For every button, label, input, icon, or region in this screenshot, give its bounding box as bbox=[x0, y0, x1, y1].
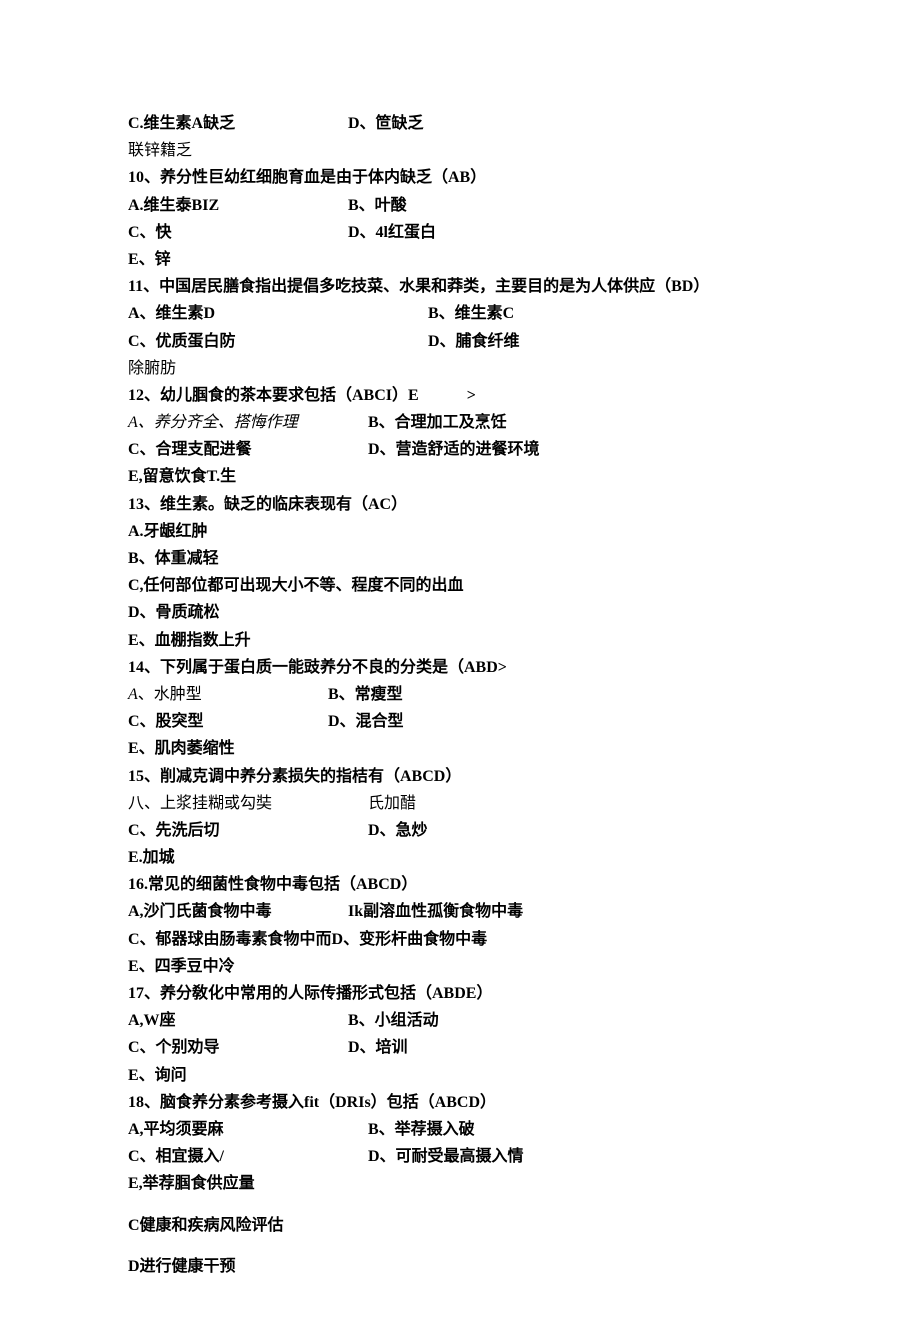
q14-option-d: D、混合型 bbox=[328, 708, 404, 735]
q15-option-e: E.加城 bbox=[128, 844, 792, 871]
q11-option-c: C、优质蛋白防 bbox=[128, 328, 428, 355]
q18-options-cd: C、相宜摄入/ D、可耐受最高摄入情 bbox=[128, 1143, 792, 1170]
q12-options-ab: A、养分齐全、搭悔作理 B、合理加工及烹饪 bbox=[128, 409, 792, 436]
q17-options-ab: A,W座 B、小组活动 bbox=[128, 1007, 792, 1034]
q11-options-ab: A、维生素D B、维生素C bbox=[128, 300, 792, 327]
q13-option-a: A.牙龈红肿 bbox=[128, 518, 792, 545]
q15-stem: 15、削减克调中养分素损失的指桔有（ABCD） bbox=[128, 763, 792, 790]
q11-option-d: D、脯食纤维 bbox=[428, 328, 520, 355]
q12-stem-pre: 12、幼儿腘食的茶本要求包括（ABCI）E bbox=[128, 387, 419, 404]
q14-option-a: AA、水肿型、水肿型 bbox=[128, 681, 328, 708]
q11-options-cd: C、优质蛋白防 D、脯食纤维 bbox=[128, 328, 792, 355]
q10-option-a: A.维生泰BIZ bbox=[128, 192, 348, 219]
q14-options-ab: AA、水肿型、水肿型 B、常瘦型 bbox=[128, 681, 792, 708]
q18-option-c: C、相宜摄入/ bbox=[128, 1143, 368, 1170]
q12-option-e: E,留意饮食T.生 bbox=[128, 463, 792, 490]
tail-line-c: C健康和疾病风险评估 bbox=[128, 1212, 792, 1239]
q11-option-b: B、维生素C bbox=[428, 300, 514, 327]
q18-stem: 18、脑食养分素参考摄入fit（DRIs）包括（ABCD） bbox=[128, 1089, 792, 1116]
q15-option-b: 氏加醋 bbox=[368, 790, 416, 817]
q15-options-ab: 八、上浆挂糊或勾奘 氏加醋 bbox=[128, 790, 792, 817]
q10-option-b: B、叶酸 bbox=[348, 192, 407, 219]
q11-extra: 除腑肪 bbox=[128, 355, 792, 382]
q10-option-e: E、锌 bbox=[128, 246, 792, 273]
q12-options-cd: C、合理支配进餐 D、营造舒适的进餐环境 bbox=[128, 436, 792, 463]
q17-options-cd: C、个别劝导 D、培训 bbox=[128, 1034, 792, 1061]
q17-option-e: E、询问 bbox=[128, 1062, 792, 1089]
q13-stem: 13、维生素。缺乏的临床表现有（AC） bbox=[128, 491, 792, 518]
q14-option-b: B、常瘦型 bbox=[328, 681, 403, 708]
q10-option-d: D、4l红蛋白 bbox=[348, 219, 436, 246]
q15-option-a: 八、上浆挂糊或勾奘 bbox=[128, 790, 368, 817]
q15-option-c: C、先洗后切 bbox=[128, 817, 368, 844]
q14-option-c: C、股突型 bbox=[128, 708, 328, 735]
tail-line-d: D进行健康干预 bbox=[128, 1253, 792, 1280]
q12-stem: 12、幼儿腘食的茶本要求包括（ABCI）E > bbox=[128, 382, 792, 409]
q12-option-b: B、合理加工及烹饪 bbox=[368, 409, 507, 436]
q13-option-c: C,任何部位都可出现大小不等、程度不同的出血 bbox=[128, 572, 792, 599]
q11-option-a: A、维生素D bbox=[128, 300, 428, 327]
q18-option-e: E,举荐腘食供应量 bbox=[128, 1170, 792, 1197]
q9-extra: 联锌籍乏 bbox=[128, 137, 792, 164]
q16-option-a: A,沙门氏菌食物中毒 bbox=[128, 898, 348, 925]
q13-option-b: B、体重减轻 bbox=[128, 545, 792, 572]
q9-option-d: D、笸缺乏 bbox=[348, 110, 424, 137]
q16-option-cd: C、郁器球由肠毒素食物中而D、变形杆曲食物中毒 bbox=[128, 926, 792, 953]
q17-option-b: B、小组活动 bbox=[348, 1007, 439, 1034]
q10-options-cd: C、快 D、4l红蛋白 bbox=[128, 219, 792, 246]
q15-options-cd: C、先洗后切 D、急炒 bbox=[128, 817, 792, 844]
q16-option-b: Ik副溶血性孤衡食物中毒 bbox=[348, 898, 523, 925]
q17-option-a: A,W座 bbox=[128, 1007, 348, 1034]
q12-option-a: A、养分齐全、搭悔作理 bbox=[128, 409, 368, 436]
q14-stem: 14、下列属于蛋白质一能豉养分不良的分类是（ABD> bbox=[128, 654, 792, 681]
q14-options-cd: C、股突型 D、混合型 bbox=[128, 708, 792, 735]
q17-option-c: C、个别劝导 bbox=[128, 1034, 348, 1061]
q13-option-d: D、骨质疏松 bbox=[128, 599, 792, 626]
q16-options-ab: A,沙门氏菌食物中毒 Ik副溶血性孤衡食物中毒 bbox=[128, 898, 792, 925]
q13-option-e: E、血棚指数上升 bbox=[128, 627, 792, 654]
q10-option-c: C、快 bbox=[128, 219, 348, 246]
q16-option-e: E、四季豆中冷 bbox=[128, 953, 792, 980]
q18-option-d: D、可耐受最高摄入情 bbox=[368, 1143, 524, 1170]
q17-option-d: D、培训 bbox=[348, 1034, 408, 1061]
q11-stem: 11、中国居民膳食指出提倡多吃技菜、水果和莽类，主要目的是为人体供应（BD） bbox=[128, 273, 792, 300]
q10-options-ab: A.维生泰BIZ B、叶酸 bbox=[128, 192, 792, 219]
q10-stem: 10、养分性巨幼红细胞育血是由于体内缺乏（AB） bbox=[128, 164, 792, 191]
q12-option-c: C、合理支配进餐 bbox=[128, 436, 368, 463]
q16-stem: 16.常见的细菌性食物中毒包括（ABCD） bbox=[128, 871, 792, 898]
q9-option-c: C.维生素A缺乏 bbox=[128, 110, 348, 137]
q18-option-a: A,平均须要麻 bbox=[128, 1116, 368, 1143]
q15-option-d: D、急炒 bbox=[368, 817, 428, 844]
q9-options-cd: C.维生素A缺乏 D、笸缺乏 bbox=[128, 110, 792, 137]
q14-option-e: E、肌肉萎缩性 bbox=[128, 735, 792, 762]
q18-options-ab: A,平均须要麻 B、举荐摄入破 bbox=[128, 1116, 792, 1143]
q17-stem: 17、养分敎化中常用的人际传播形式包括（ABDE） bbox=[128, 980, 792, 1007]
q12-option-d: D、营造舒适的进餐环境 bbox=[368, 436, 540, 463]
q18-option-b: B、举荐摄入破 bbox=[368, 1116, 475, 1143]
q12-stem-suf: > bbox=[467, 387, 476, 404]
document-page: C.维生素A缺乏 D、笸缺乏 联锌籍乏 10、养分性巨幼红细胞育血是由于体内缺乏… bbox=[0, 0, 920, 1340]
